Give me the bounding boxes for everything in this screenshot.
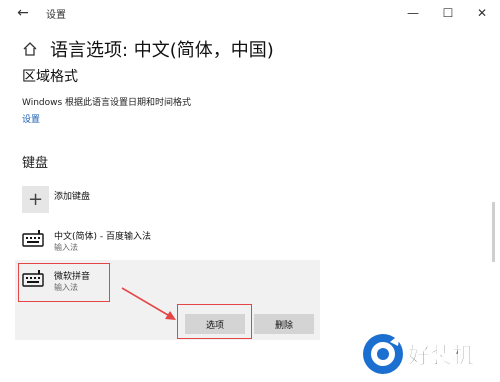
region-format-description: Windows 根据此语言设置日期和时间格式 [22, 98, 192, 108]
region-settings-link[interactable]: 设置 [22, 112, 40, 125]
keyboard-item-baidu[interactable]: 中文(简体) - 百度输入法 输入法 [22, 226, 422, 256]
close-button[interactable]: ✕ [467, 0, 497, 26]
keyboard-item-title: 中文(简体) - 百度输入法 [54, 232, 151, 242]
watermark-logo: 好装机 [363, 334, 474, 374]
maximize-button[interactable]: ☐ [433, 0, 463, 26]
back-button[interactable]: ← [8, 0, 38, 26]
delete-button[interactable]: 删除 [254, 314, 314, 334]
options-button[interactable]: 选项 [185, 314, 245, 334]
scrollbar-thumb[interactable] [492, 202, 495, 262]
scrollbar[interactable] [492, 32, 495, 332]
keyboard-section-title: 键盘 [22, 156, 49, 171]
region-format-title: 区域格式 [22, 69, 78, 85]
plus-icon: + [27, 189, 44, 210]
keyboard-icon [22, 230, 44, 247]
page-header: 语言选项: 中文(简体，中国) [22, 37, 274, 61]
home-icon[interactable] [22, 41, 38, 57]
annotation-highlight-item [18, 263, 110, 302]
add-keyboard-label[interactable]: 添加键盘 [54, 189, 90, 202]
window-title: 设置 [46, 10, 66, 21]
add-keyboard-button[interactable]: + [22, 186, 49, 213]
keyboard-item-subtitle: 输入法 [54, 243, 78, 252]
minimize-button[interactable]: — [398, 0, 428, 26]
settings-window: ← 设置 — ☐ ✕ 语言选项: 中文(简体，中国) 区域格式 Windows … [0, 0, 500, 382]
title-bar: ← 设置 — ☐ ✕ [0, 0, 500, 26]
watermark-text: 好装机 [407, 343, 474, 369]
page-title: 语言选项: 中文(简体，中国) [50, 40, 274, 61]
